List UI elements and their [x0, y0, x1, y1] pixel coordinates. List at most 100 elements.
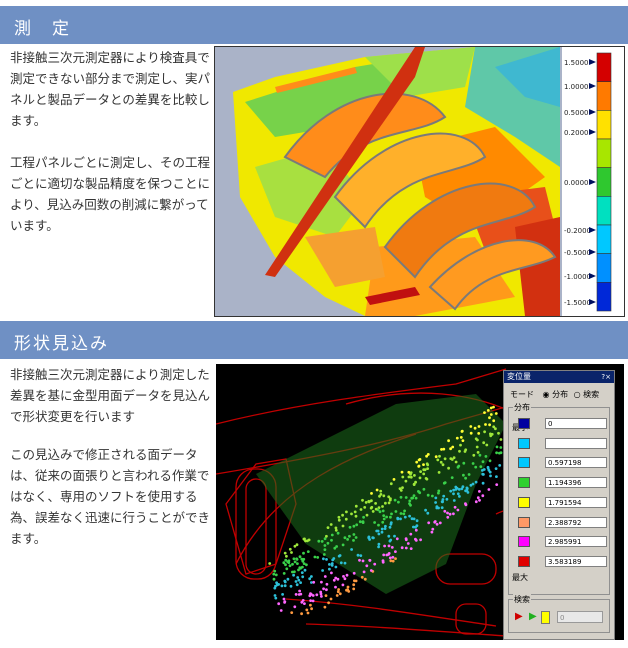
point-cloud-dot	[414, 480, 417, 484]
threshold-value-field[interactable]: 1.791594	[545, 496, 607, 508]
point-cloud-dot	[434, 496, 438, 500]
threshold-value-field[interactable]: 0.597198	[545, 457, 607, 469]
point-cloud-dot	[492, 425, 496, 429]
marker-yellow-icon[interactable]	[541, 611, 550, 624]
point-cloud-dot	[456, 465, 460, 469]
color-swatch[interactable]	[518, 516, 530, 528]
color-swatch[interactable]	[518, 496, 530, 508]
point-cloud-dot	[456, 492, 460, 496]
point-cloud-dot	[410, 496, 414, 500]
point-cloud-dot	[422, 463, 425, 466]
point-cloud-dot	[394, 550, 397, 553]
scale-color-band	[596, 52, 612, 82]
threshold-value-field[interactable]	[545, 437, 607, 449]
point-cloud-dot	[343, 577, 347, 581]
point-cloud-dot	[426, 493, 430, 497]
point-cloud-dot	[495, 445, 499, 449]
point-cloud-dot	[477, 425, 481, 428]
point-cloud-dot	[283, 584, 287, 588]
marker-red-icon[interactable]: ▶	[515, 611, 523, 622]
point-cloud-dot	[415, 460, 419, 464]
point-cloud-dot	[337, 518, 341, 522]
point-cloud-dot	[387, 495, 391, 499]
point-cloud-dot	[323, 548, 327, 551]
point-cloud-dot	[481, 469, 484, 472]
threshold-value-field[interactable]: 3.583189	[545, 555, 607, 567]
color-swatch[interactable]	[518, 536, 530, 548]
max-label: 最大	[512, 573, 528, 582]
point-cloud-dot	[291, 562, 294, 566]
threshold-value-field[interactable]: 1.194396	[545, 477, 607, 489]
point-cloud-dot	[317, 539, 321, 543]
point-cloud-dot	[362, 570, 366, 574]
radio-search[interactable]: ○	[574, 390, 581, 399]
point-cloud-dot	[388, 556, 392, 560]
panel-title: 変位量	[507, 372, 531, 381]
point-cloud-dot	[393, 498, 397, 502]
point-cloud-dot	[427, 521, 431, 525]
point-cloud-dot	[415, 519, 419, 523]
point-cloud-dot	[360, 575, 364, 579]
point-cloud-dot	[309, 603, 312, 607]
color-swatch[interactable]	[518, 477, 530, 489]
point-cloud-dot	[375, 488, 379, 492]
point-cloud-dot	[307, 538, 311, 542]
point-cloud-dot	[382, 494, 386, 498]
point-cloud-dot	[335, 594, 339, 597]
color-swatch[interactable]	[518, 418, 530, 429]
section-header-measurement: 測 定	[0, 6, 628, 44]
point-cloud-dot	[467, 473, 471, 476]
point-cloud-dot	[477, 432, 481, 435]
point-cloud-dot	[286, 577, 290, 581]
point-cloud-dot	[474, 500, 478, 504]
color-swatch[interactable]	[518, 437, 530, 449]
point-cloud-dot	[358, 558, 361, 562]
point-cloud-dot	[390, 546, 394, 549]
point-cloud-dot	[370, 492, 373, 495]
search-group: 検索 ▶ ▶ 0	[508, 594, 610, 633]
point-cloud-dot	[348, 525, 352, 529]
threshold-value-field[interactable]: 2.985991	[545, 536, 607, 548]
close-icon[interactable]: ?×	[601, 371, 611, 383]
point-cloud-dot	[408, 514, 411, 518]
point-cloud-dot	[431, 527, 435, 531]
point-cloud-dot	[414, 528, 418, 532]
point-cloud-dot	[426, 467, 429, 470]
point-cloud-dot	[352, 583, 356, 587]
point-cloud-dot	[488, 416, 491, 420]
marker-green-icon[interactable]: ▶	[529, 611, 537, 622]
scale-color-band	[596, 81, 612, 111]
point-cloud-dot	[301, 575, 305, 579]
point-cloud-dot	[475, 445, 479, 449]
point-cloud-dot	[451, 445, 455, 449]
point-cloud-dot	[341, 543, 345, 547]
point-cloud-dot	[458, 495, 461, 498]
point-cloud-dot	[354, 504, 358, 508]
color-swatch[interactable]	[518, 457, 530, 469]
radio-distribution-label: 分布	[552, 390, 569, 399]
point-cloud-dot	[486, 409, 490, 412]
panel-titlebar: 変位量 ?×	[504, 371, 614, 383]
point-cloud-dot	[378, 510, 382, 514]
threshold-value-field[interactable]: 0	[545, 418, 607, 429]
point-cloud-dot	[295, 583, 299, 587]
point-cloud-dot	[316, 556, 320, 559]
point-cloud-dot	[309, 599, 312, 602]
threshold-value-field[interactable]: 2.388792	[545, 516, 607, 528]
point-cloud-dot	[323, 605, 327, 609]
section-header-shape-compensation: 形状見込み	[0, 321, 628, 359]
point-cloud-dot	[331, 558, 335, 562]
point-cloud-dot	[481, 460, 485, 464]
point-cloud-dot	[465, 486, 469, 490]
search-value-field[interactable]: 0	[557, 611, 603, 623]
point-cloud-dot	[409, 503, 412, 507]
point-cloud-dot	[300, 612, 303, 616]
color-swatch[interactable]	[518, 555, 530, 567]
distribution-group: 分布 最小 最大 00.5971981.1943961.7915942.3887…	[508, 402, 610, 595]
point-cloud-dot	[399, 517, 402, 521]
point-cloud-dot	[310, 575, 313, 578]
point-cloud-dot	[363, 577, 367, 581]
point-cloud-dot	[499, 451, 503, 455]
radio-distribution[interactable]: ◉	[543, 390, 550, 399]
point-cloud-dot	[365, 564, 369, 568]
